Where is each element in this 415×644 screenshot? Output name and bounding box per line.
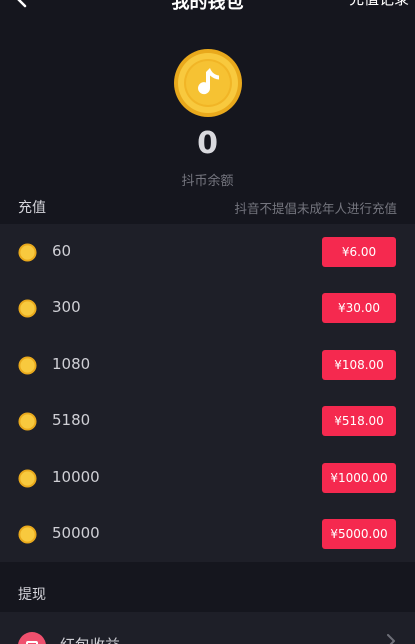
coin-icon (18, 299, 37, 318)
recharge-option[interactable]: 300 ¥30.00 (0, 280, 415, 336)
coin-balance-label: 抖币余额 (181, 174, 234, 189)
minor-recharge-notice: 抖音不提倡未成年人进行充值 (234, 201, 397, 216)
recharge-option[interactable]: 5180 ¥518.00 (0, 393, 415, 449)
recharge-option[interactable]: 10000 ¥1000.00 (0, 450, 415, 506)
price-button[interactable]: ¥5000.00 (322, 519, 396, 549)
wallet-page: 我的钱包 充值记录 0 抖币余额 充值 抖音不提倡未成年人进行充值 60 ¥6.… (0, 0, 415, 644)
coin-icon (18, 243, 37, 262)
price-button[interactable]: ¥6.00 (322, 237, 396, 267)
red-packet-earnings-item[interactable]: 红包收益 (0, 612, 415, 644)
recharge-option[interactable]: 1080 ¥108.00 (0, 337, 415, 393)
withdraw-section-header: 提现 (0, 576, 415, 610)
price-button[interactable]: ¥30.00 (322, 293, 396, 323)
coin-amount: 60 (52, 242, 72, 260)
coin-amount: 300 (52, 298, 81, 316)
recharge-list: 60 ¥6.00 300 ¥30.00 1080 ¥108.00 5180 ¥5… (0, 224, 415, 562)
withdraw-section-title: 提现 (18, 587, 46, 603)
header-bar: 我的钱包 充值记录 (0, 0, 415, 16)
tiktok-coin-icon (174, 49, 242, 117)
coin-icon (18, 356, 37, 375)
recharge-section-title: 充值 (18, 200, 46, 216)
price-button[interactable]: ¥108.00 (322, 350, 396, 380)
recharge-records-link[interactable]: 充值记录 (349, 0, 409, 9)
coin-icon (18, 412, 37, 431)
chevron-right-icon (387, 634, 395, 644)
red-packet-earnings-label: 红包收益 (60, 634, 120, 644)
coin-amount: 5180 (52, 411, 91, 429)
price-button[interactable]: ¥518.00 (322, 406, 396, 436)
red-packet-icon (18, 632, 46, 644)
coin-balance-value: 0 (197, 126, 218, 161)
coin-amount: 10000 (52, 468, 100, 486)
recharge-option[interactable]: 60 ¥6.00 (0, 224, 415, 280)
coin-amount: 1080 (52, 355, 91, 373)
recharge-section-header: 充值 抖音不提倡未成年人进行充值 (0, 189, 415, 223)
coin-amount: 50000 (52, 524, 100, 542)
recharge-option[interactable]: 50000 ¥5000.00 (0, 506, 415, 562)
coin-icon (18, 469, 37, 488)
price-button[interactable]: ¥1000.00 (322, 463, 396, 493)
coin-icon (18, 525, 37, 544)
